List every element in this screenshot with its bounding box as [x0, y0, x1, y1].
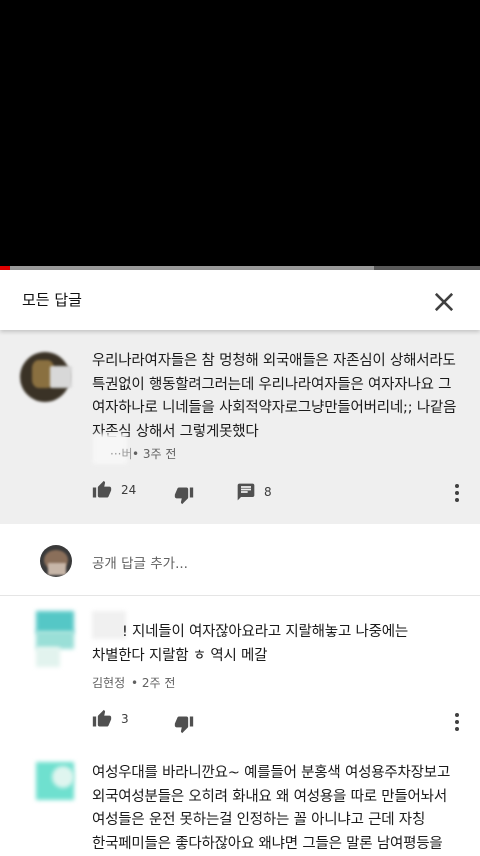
like-button[interactable]: 24 [92, 480, 136, 500]
comment-body: ! 지네들이 여자잖아요라고 지랄해놓고 나중에는 차별한다 지랄함 ㅎ 역시 … [92, 621, 472, 668]
thumbs-up-icon [92, 480, 112, 500]
like-count: 3 [121, 712, 129, 726]
like-count: 24 [121, 483, 136, 497]
comment-line: 여자하나로 니네들을 사회적약자로그냥만들어버리네;; 나같음 [92, 397, 467, 421]
reply-comment: 여성우대를 바라니깐요~ 예를들어 분홍색 여성용주차장보고 외국여성분들은 오… [0, 756, 480, 854]
like-button[interactable]: 3 [92, 709, 129, 729]
video-player[interactable] [0, 0, 480, 268]
comment-line: 한국페미들은 좋다하잖아요 왜냐면 그들은 말론 남여평등을 [92, 833, 472, 856]
comment-author[interactable]: 김현정 [92, 674, 125, 691]
reply-comment: ! 지네들이 여자잖아요라고 지랄해놓고 나중에는 차별한다 지랄함 ㅎ 역시 … [0, 597, 480, 747]
comment-time: • 2주 전 [131, 674, 175, 691]
thumbs-down-icon [174, 485, 194, 505]
comment-author[interactable]: ···버 [110, 445, 132, 462]
comment-line: 특권없이 행동할려그러는데 우리나라여자들은 여자자나요 그 [92, 374, 467, 398]
dislike-button[interactable] [174, 485, 194, 505]
more-vert-icon [450, 482, 464, 504]
more-options-button[interactable] [450, 482, 464, 504]
reply-count-button[interactable]: 8 [236, 482, 272, 502]
more-options-button[interactable] [450, 711, 464, 733]
reply-count: 8 [264, 485, 272, 499]
reply-avatar[interactable] [36, 611, 74, 667]
add-reply-row[interactable]: 공개 답글 추가... [0, 524, 480, 596]
user-avatar [40, 545, 72, 577]
comment-line: 여성들은 운전 못하는걸 인정하는 꼴 아니냐고 근데 자칭 [92, 809, 472, 833]
add-reply-input[interactable]: 공개 답글 추가... [92, 552, 188, 572]
dislike-button[interactable] [174, 714, 194, 734]
comment-icon [236, 482, 256, 502]
comment-line: 차별한다 지랄함 ㅎ 역시 메갈 [92, 645, 472, 669]
thumbs-down-icon [174, 714, 194, 734]
comment-time: • 3주 전 [132, 445, 176, 462]
replies-panel-header: 모든 답글 [0, 270, 480, 330]
commenter-avatar[interactable] [20, 352, 72, 402]
comment-line: 우리나라여자들은 참 멍청해 외국애들은 자존심이 상해서라도 [92, 350, 467, 374]
more-vert-icon [450, 711, 464, 733]
comment-body: 여성우대를 바라니깐요~ 예를들어 분홍색 여성용주차장보고 외국여성분들은 오… [92, 762, 472, 856]
panel-title: 모든 답글 [22, 289, 82, 310]
comment-line: ! 지네들이 여자잖아요라고 지랄해놓고 나중에는 [92, 621, 472, 645]
thumbs-up-icon [92, 709, 112, 729]
comment-line: 자존심 상해서 그렇게못했다 [92, 421, 467, 445]
comment-line: 여성우대를 바라니깐요~ 예를들어 분홍색 여성용주차장보고 [92, 762, 472, 786]
comment-body: 우리나라여자들은 참 멍청해 외국애들은 자존심이 상해서라도 특권없이 행동할… [92, 350, 467, 444]
close-icon [430, 288, 458, 316]
reply-avatar[interactable] [36, 762, 74, 800]
close-button[interactable] [430, 288, 458, 316]
parent-comment: 우리나라여자들은 참 멍청해 외국애들은 자존심이 상해서라도 특권없이 행동할… [0, 330, 480, 524]
comment-line: 외국여성분들은 오히려 화내요 왜 여성용을 따로 만들어놔서 [92, 786, 472, 810]
